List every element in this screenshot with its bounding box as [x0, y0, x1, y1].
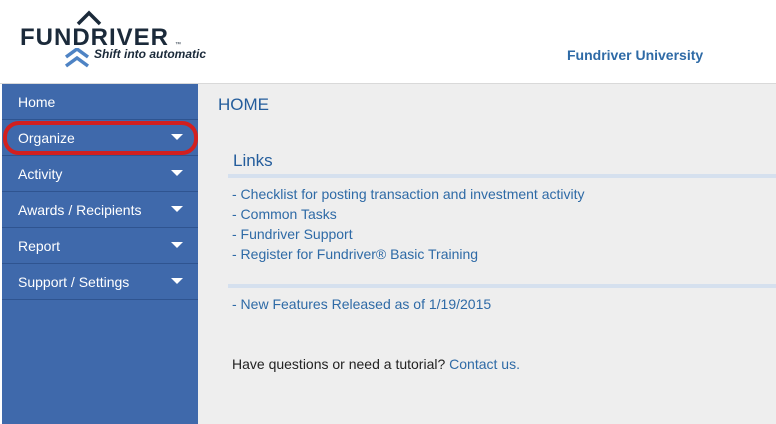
sidebar-item-label: Report [18, 238, 61, 254]
sidebar-item-label: Organize [18, 130, 75, 146]
help-text: Have questions or need a tutorial? [232, 356, 446, 372]
sidebar-item-organize[interactable]: Organize [2, 120, 198, 156]
help-line: Have questions or need a tutorial? Conta… [232, 356, 520, 372]
section-divider [228, 284, 776, 288]
sidebar-item-activity[interactable]: Activity [2, 156, 198, 192]
links-heading: Links [233, 151, 273, 170]
logo-tagline: Shift into automatic [94, 47, 206, 61]
sidebar-item-label: Awards / Recipients [18, 202, 142, 218]
link-new-features[interactable]: - New Features Released as of 1/19/2015 [232, 296, 491, 312]
caret-down-icon[interactable] [171, 134, 183, 140]
sidebar-item-awards-recipients[interactable]: Awards / Recipients [2, 192, 198, 228]
fundriver-logo[interactable]: FUNDRIVER ™ Shift into automatic [20, 10, 220, 70]
caret-down-icon[interactable] [171, 170, 183, 176]
sidebar-nav: Home Organize Activity Awards / Recipien… [2, 84, 198, 424]
contact-us-link[interactable]: Contact us. [449, 356, 520, 372]
link-fundriver-support[interactable]: - Fundriver Support [232, 226, 353, 242]
link-common-tasks[interactable]: - Common Tasks [232, 206, 337, 222]
link-checklist[interactable]: - Checklist for posting transaction and … [232, 186, 585, 202]
sidebar-item-label: Activity [18, 166, 63, 182]
caret-down-icon[interactable] [171, 278, 183, 284]
caret-down-icon[interactable] [171, 242, 183, 248]
main-content: HOME Links - Checklist for posting trans… [198, 84, 776, 424]
sidebar-item-home[interactable]: Home [2, 84, 198, 120]
organization-name: Fundriver University [567, 47, 704, 63]
header: FUNDRIVER ™ Shift into automatic Fundriv… [0, 0, 776, 84]
sidebar-item-label: Home [18, 94, 56, 110]
sidebar-item-support-settings[interactable]: Support / Settings [2, 264, 198, 300]
logo-chevron-icon [64, 48, 90, 68]
section-divider [228, 174, 776, 178]
sidebar-item-report[interactable]: Report [2, 228, 198, 264]
sidebar-item-label: Support / Settings [18, 274, 130, 290]
caret-down-icon[interactable] [171, 206, 183, 212]
page-title: HOME [218, 95, 269, 114]
link-register-training[interactable]: - Register for Fundriver® Basic Training [232, 246, 478, 262]
